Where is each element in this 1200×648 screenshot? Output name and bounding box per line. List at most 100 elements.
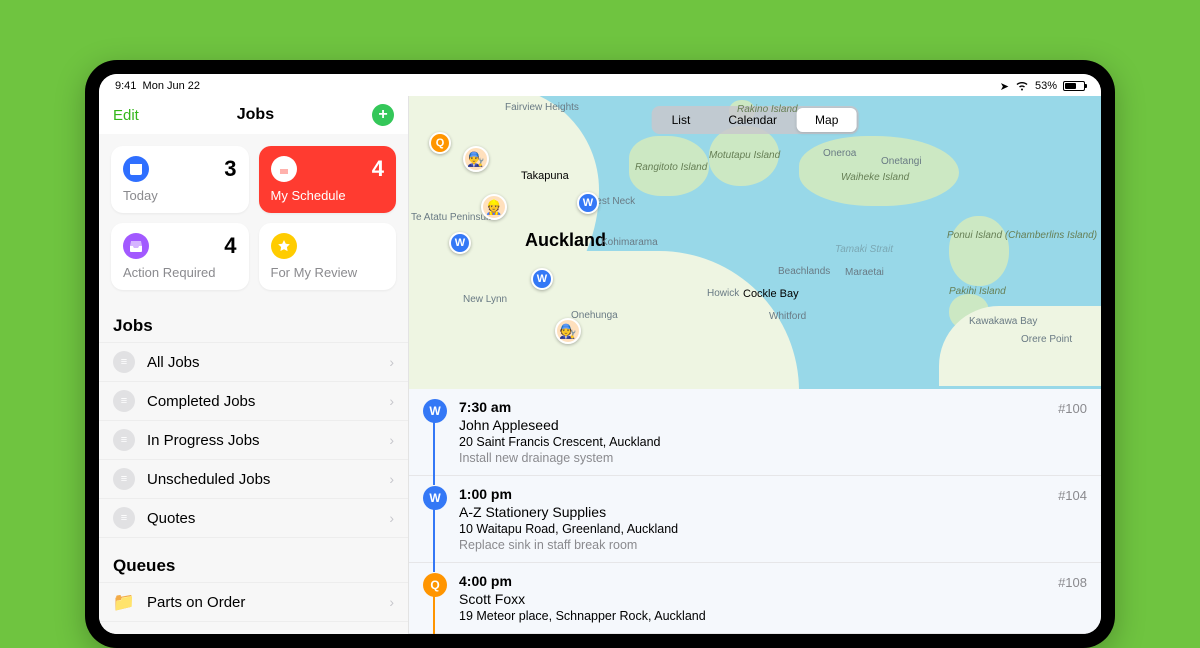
- job-time: 4:00 pm: [459, 573, 1087, 589]
- map-place-label: Beachlands: [778, 266, 830, 277]
- map-pin-q[interactable]: Q: [429, 132, 451, 154]
- queue-pending-quotes[interactable]: 📁Pending Quotes›: [99, 622, 408, 634]
- queue-parts-on-order[interactable]: 📁 Parts on Order ›: [99, 582, 408, 622]
- schedule-item[interactable]: W1:00 pmA-Z Stationery Supplies10 Waitap…: [409, 476, 1101, 563]
- job-customer: Scott Foxx: [459, 591, 1087, 607]
- list-label: Unscheduled Jobs: [147, 471, 377, 488]
- ipad-frame: 9:41 Mon Jun 22 ➤ 53% Edit Jobs + 3Today…: [85, 60, 1115, 648]
- list-label: Parts on Order: [147, 594, 377, 611]
- status-bar: 9:41 Mon Jun 22 ➤ 53%: [99, 74, 1101, 96]
- status-date: Mon Jun 22: [143, 80, 200, 92]
- sidebar-header: Edit Jobs +: [99, 96, 408, 134]
- list-bullet-icon: ≡: [113, 468, 135, 490]
- card-count: 4: [224, 233, 236, 259]
- job-time: 1:00 pm: [459, 486, 1087, 502]
- add-button[interactable]: +: [372, 104, 394, 126]
- map-place-label: Waiheke Island: [841, 172, 909, 183]
- map-place-label: Motutapu Island: [709, 150, 780, 161]
- sidebar: Edit Jobs + 3Today4My Schedule 4 Action Re…: [99, 96, 409, 634]
- list-label: In Progress Jobs: [147, 432, 377, 449]
- chevron-right-icon: ›: [389, 393, 394, 409]
- card-label: Today: [123, 188, 237, 203]
- chevron-right-icon: ›: [389, 594, 394, 610]
- tray-icon: [123, 233, 149, 259]
- map-view[interactable]: ListCalendarMap Auckland Fairview Height…: [409, 96, 1101, 389]
- page-title: Jobs: [237, 106, 274, 124]
- card-label: Action Required: [123, 265, 237, 280]
- map-place-label: Tamaki Strait: [835, 244, 893, 255]
- location-icon: ➤: [1000, 80, 1009, 93]
- filter-unscheduled-jobs[interactable]: ≡ Unscheduled Jobs ›: [99, 460, 408, 499]
- map-place-label: Maraetai: [845, 267, 884, 278]
- map-place-label: Ponui Island (Chamberlins Island): [947, 230, 1097, 241]
- job-time: 7:30 am: [459, 399, 1087, 415]
- schedule-item[interactable]: Q 4:00 pm Scott Foxx 19 Meteor place, Schna…: [409, 563, 1101, 634]
- battery-pct: 53%: [1035, 80, 1057, 92]
- job-description: Install new drainage system: [459, 451, 1087, 465]
- main-pane: ListCalendarMap Auckland Fairview Height…: [409, 96, 1101, 634]
- edit-button[interactable]: Edit: [113, 107, 139, 124]
- map-place-label: Onehunga: [571, 310, 618, 321]
- chevron-right-icon: ›: [389, 432, 394, 448]
- job-badge: W: [423, 486, 447, 510]
- list-label: Pending Quotes: [147, 633, 377, 635]
- list-bullet-icon: ≡: [113, 390, 135, 412]
- list-label: Completed Jobs: [147, 393, 377, 410]
- card-my-schedule[interactable]: 4My Schedule: [259, 146, 397, 213]
- map-place-label: Rakino Island: [737, 104, 798, 115]
- list-bullet-icon: ≡: [113, 351, 135, 373]
- cal-icon: [123, 156, 149, 182]
- wifi-icon: [1015, 81, 1029, 91]
- queues-section-title: Queues: [99, 538, 408, 582]
- view-tab-list[interactable]: List: [654, 108, 709, 132]
- map-avatar-pin[interactable]: 🧑‍🔧: [555, 318, 581, 344]
- list-bullet-icon: ≡: [113, 507, 135, 529]
- schedule-item[interactable]: W7:30 amJohn Appleseed20 Saint Francis C…: [409, 389, 1101, 476]
- map-place-label: Whitford: [769, 311, 806, 322]
- map-place-label: Cockle Bay: [743, 288, 799, 300]
- job-address: 10 Waitapu Road, Greenland, Auckland: [459, 522, 1087, 536]
- card-label: For My Review: [271, 265, 385, 280]
- map-place-label: Pakihi Island: [949, 286, 1006, 297]
- job-badge: W: [423, 399, 447, 423]
- map-place-label: Fairview Heights: [505, 102, 579, 113]
- job-address: 19 Meteor place, Schnapper Rock, Aucklan…: [459, 609, 1087, 623]
- schedule-list: W7:30 amJohn Appleseed20 Saint Francis C…: [409, 389, 1101, 634]
- chevron-right-icon: ›: [389, 471, 394, 487]
- map-place-label: Orere Point: [1021, 334, 1072, 345]
- map-pin-w[interactable]: W: [449, 232, 471, 254]
- card-today[interactable]: 3Today: [111, 146, 249, 213]
- map-city-label: Auckland: [525, 230, 606, 251]
- map-pin-w[interactable]: W: [577, 192, 599, 214]
- filter-completed-jobs[interactable]: ≡ Completed Jobs ›: [99, 382, 408, 421]
- filter-in-progress-jobs[interactable]: ≡ In Progress Jobs ›: [99, 421, 408, 460]
- map-pin-w[interactable]: W: [531, 268, 553, 290]
- list-bullet-icon: ≡: [113, 429, 135, 451]
- map-place-label: Te Atatu Peninsula: [411, 212, 494, 223]
- map-avatar-pin[interactable]: 👷: [481, 194, 507, 220]
- folder-icon: 📁: [113, 591, 135, 613]
- chevron-right-icon: ›: [389, 354, 394, 370]
- job-number: #100: [1058, 401, 1087, 416]
- card-label: My Schedule: [271, 188, 385, 203]
- map-avatar-pin[interactable]: 👨‍🔧: [463, 146, 489, 172]
- dashboard-cards: 3Today4My Schedule 4 Action Required For My…: [99, 134, 408, 298]
- job-badge: Q: [423, 573, 447, 597]
- job-description: Replace sink in staff break room: [459, 538, 1087, 552]
- chevron-right-icon: ›: [389, 633, 394, 634]
- ipad-screen: 9:41 Mon Jun 22 ➤ 53% Edit Jobs + 3Today…: [99, 74, 1101, 634]
- map-place-label: Onetangi: [881, 156, 922, 167]
- status-right: ➤ 53%: [1000, 80, 1085, 93]
- chevron-right-icon: ›: [389, 510, 394, 526]
- view-tab-map[interactable]: Map: [797, 108, 856, 132]
- cal-icon: [271, 156, 297, 182]
- job-number: #104: [1058, 488, 1087, 503]
- card-action-required[interactable]: 4 Action Required: [111, 223, 249, 290]
- map-place-label: New Lynn: [463, 294, 507, 305]
- plus-icon: +: [378, 106, 387, 124]
- battery-icon: [1063, 81, 1085, 91]
- filter-all-jobs[interactable]: ≡All Jobs›: [99, 342, 408, 382]
- card-for-my-review[interactable]: For My Review: [259, 223, 397, 290]
- filter-quotes[interactable]: ≡Quotes›: [99, 499, 408, 538]
- job-address: 20 Saint Francis Crescent, Auckland: [459, 435, 1087, 449]
